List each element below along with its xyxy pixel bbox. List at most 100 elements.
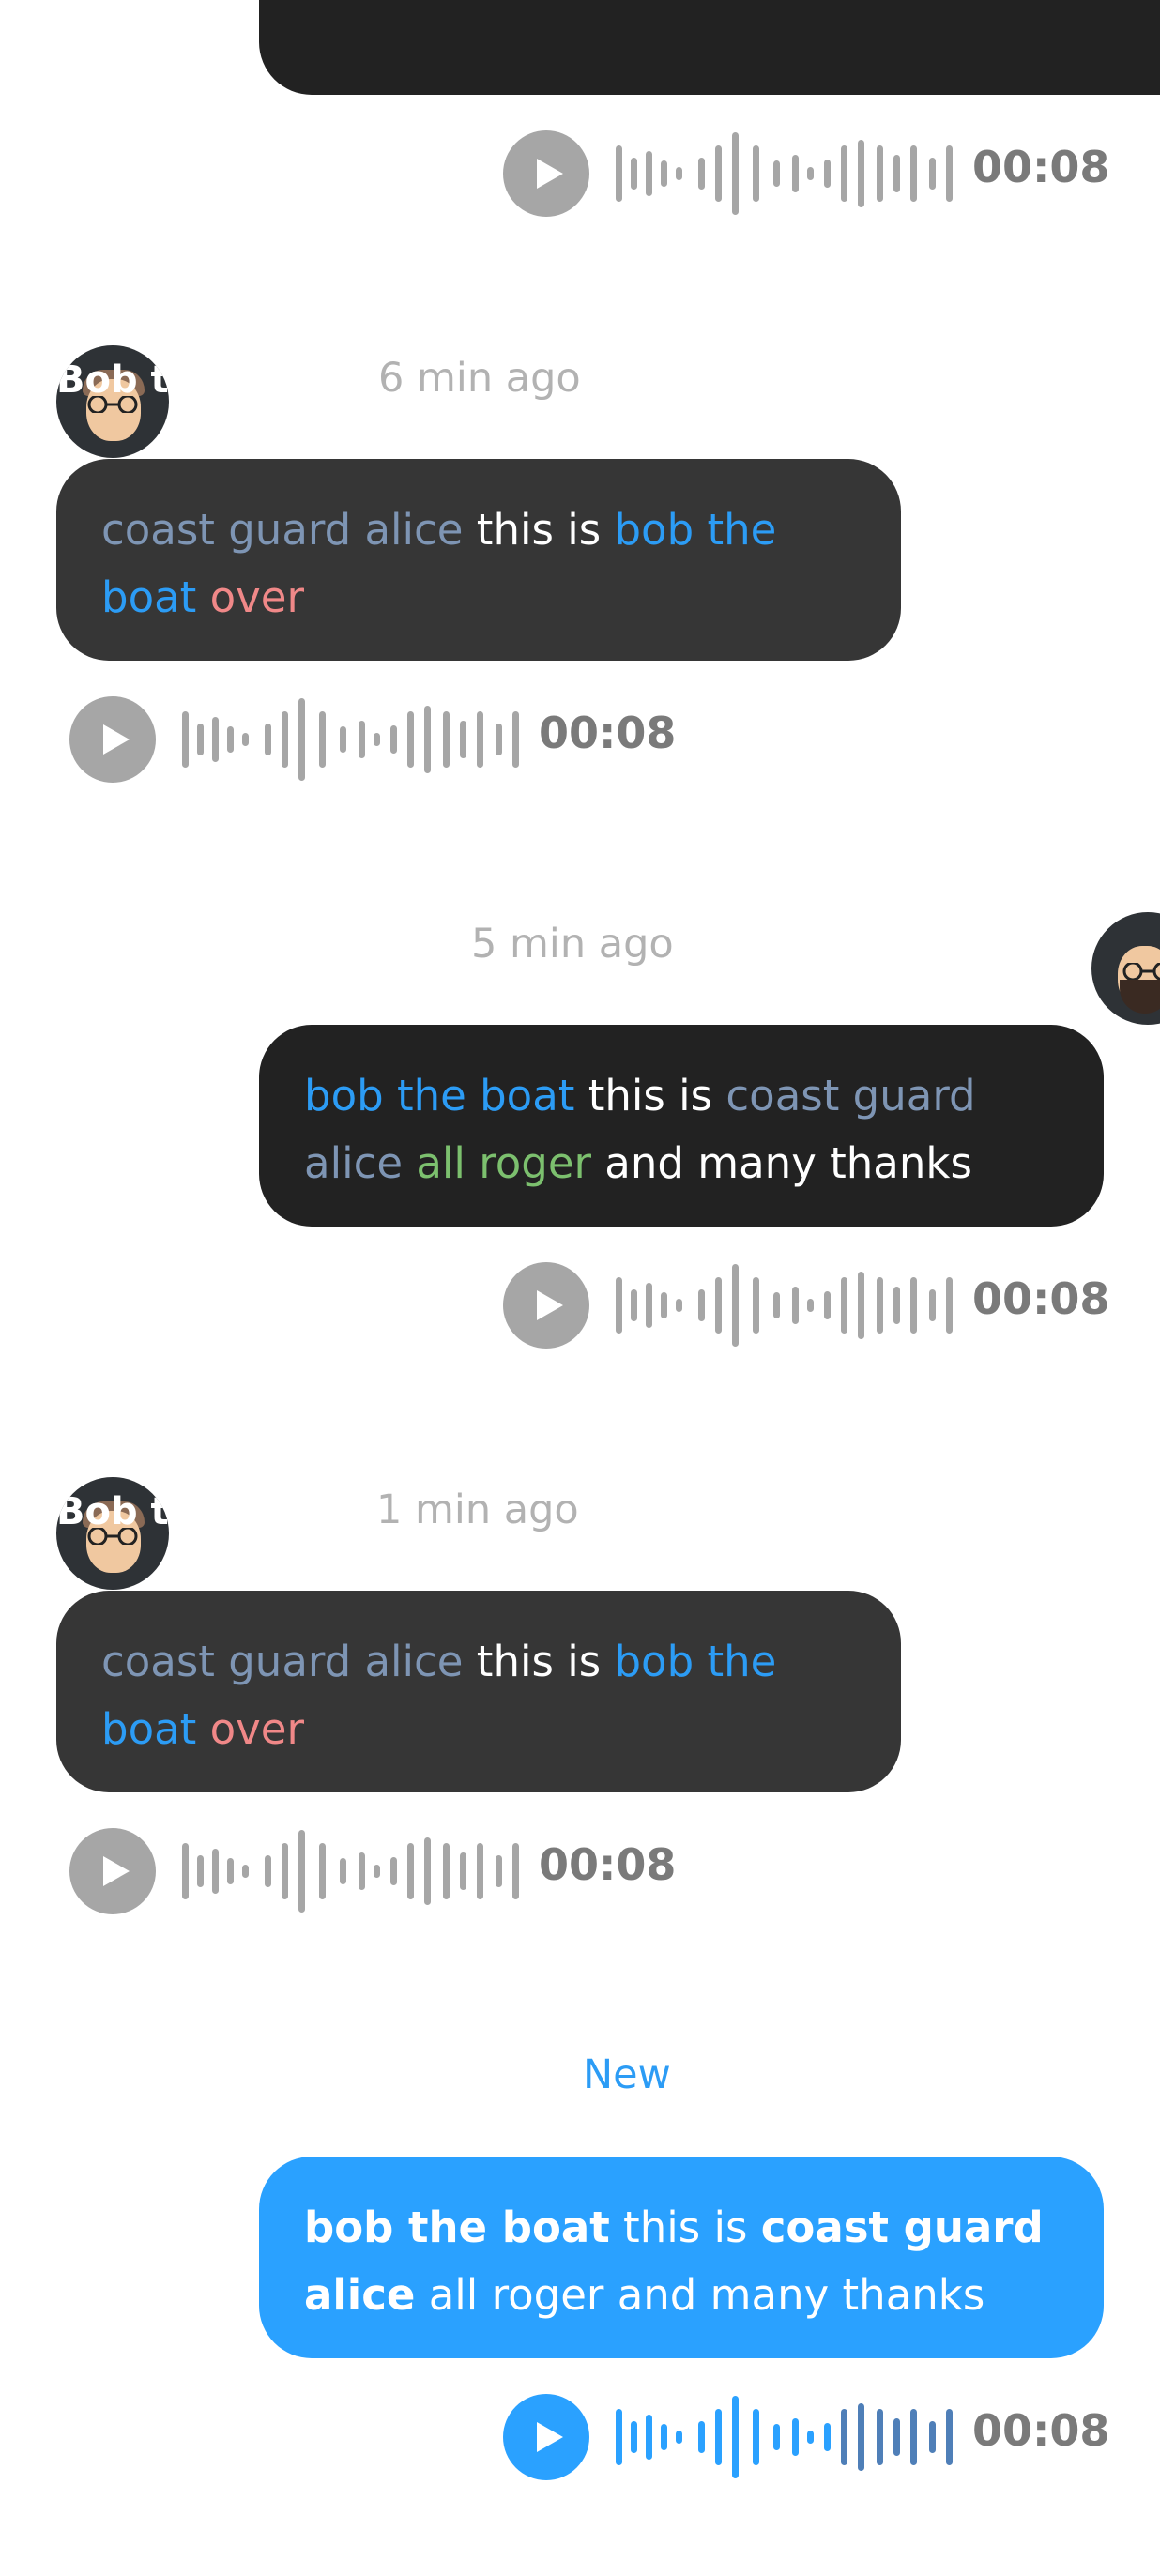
waveform-bar <box>877 145 883 202</box>
waveform-bar <box>753 2409 759 2465</box>
play-icon[interactable] <box>69 696 156 783</box>
waveform-bar <box>646 1283 652 1328</box>
play-icon[interactable] <box>503 1262 589 1349</box>
audio-player: 00:08 <box>503 130 1109 217</box>
waveform-bar <box>359 1852 365 1890</box>
audio-duration: 00:08 <box>972 1273 1110 1324</box>
waveform-bar <box>227 1858 234 1884</box>
waveform-bar <box>282 711 288 768</box>
waveform-bar <box>298 1830 305 1913</box>
waveform-bar <box>265 724 271 755</box>
waveform-bar <box>698 1289 705 1321</box>
waveform-bar <box>807 2431 814 2444</box>
waveform-bar <box>732 132 739 215</box>
waveform-bar <box>824 1291 831 1319</box>
message-text-segment: coast guard alice <box>101 505 464 555</box>
waveform-bar <box>858 1272 864 1339</box>
waveform-bar <box>841 2409 847 2465</box>
waveform-bar <box>282 1843 288 1899</box>
waveform-bar <box>242 733 249 746</box>
waveform-bar <box>753 145 759 202</box>
timestamp: 1 min ago <box>376 1486 579 1533</box>
waveform-bar <box>773 2424 780 2450</box>
waveform-bar <box>676 2431 682 2444</box>
waveform-bar <box>374 733 380 746</box>
waveform[interactable] <box>182 1828 519 1914</box>
waveform-bar <box>496 724 502 755</box>
waveform-bar <box>616 145 622 202</box>
waveform-bar <box>807 167 814 180</box>
waveform-bar <box>910 145 917 202</box>
waveform-bar <box>631 158 637 190</box>
waveform-bar <box>340 1858 346 1884</box>
avatar[interactable] <box>1091 912 1160 1025</box>
waveform[interactable] <box>616 2394 953 2480</box>
waveform-bar <box>792 155 799 192</box>
waveform-bar <box>631 1289 637 1321</box>
waveform[interactable] <box>616 130 953 217</box>
message-text-segment: bob the boat <box>304 1071 575 1120</box>
waveform[interactable] <box>616 1262 953 1349</box>
waveform-bar <box>946 145 953 202</box>
waveform[interactable] <box>182 696 519 783</box>
audio-player: 00:08 <box>503 2394 1109 2480</box>
waveform-bar <box>477 711 483 768</box>
audio-player: 00:08 <box>69 1828 676 1914</box>
message-bubble <box>259 0 1160 95</box>
waveform-bar <box>661 2424 667 2450</box>
waveform-bar <box>197 1855 204 1887</box>
waveform-bar <box>374 1865 380 1878</box>
waveform-bar <box>792 1287 799 1324</box>
waveform-bar <box>893 2418 900 2456</box>
message-text-segment: this is <box>463 505 615 555</box>
timestamp: 6 min ago <box>378 355 581 402</box>
avatar[interactable]: Bob t <box>56 345 169 458</box>
waveform-bar <box>858 140 864 207</box>
waveform-bar <box>616 2409 622 2465</box>
waveform-bar <box>443 1843 450 1899</box>
audio-player: 00:08 <box>503 1262 1109 1349</box>
waveform-bar <box>661 160 667 187</box>
message-text-segment: over <box>196 1704 304 1754</box>
play-icon[interactable] <box>503 2394 589 2480</box>
avatar[interactable]: Bob t <box>56 1477 169 1590</box>
play-icon[interactable] <box>503 130 589 217</box>
waveform-bar <box>715 1277 722 1334</box>
message-text-segment: coast guard alice <box>101 1637 464 1686</box>
waveform-bar <box>753 1277 759 1334</box>
message-text-segment: all roger and many thanks <box>415 2270 985 2320</box>
waveform-bar <box>477 1843 483 1899</box>
waveform-bar <box>182 1843 189 1899</box>
waveform-bar <box>893 155 900 192</box>
waveform-bar <box>910 2409 917 2465</box>
waveform-bar <box>319 1843 326 1899</box>
waveform-bar <box>298 698 305 781</box>
waveform-bar <box>676 1299 682 1312</box>
play-icon[interactable] <box>69 1828 156 1914</box>
waveform-bar <box>946 1277 953 1334</box>
waveform-bar <box>841 1277 847 1334</box>
waveform-bar <box>715 2409 722 2465</box>
message-bubble: bob the boat this is coast guard alice a… <box>259 1025 1104 1227</box>
waveform-bar <box>212 717 219 762</box>
waveform-bar <box>824 160 831 188</box>
message-text-segment: this is <box>574 1071 726 1120</box>
message-text-segment: bob the boat <box>304 2203 610 2252</box>
waveform-bar <box>877 2409 883 2465</box>
waveform-bar <box>946 2409 953 2465</box>
new-divider-label: New <box>583 2051 671 2098</box>
waveform-bar <box>182 711 189 768</box>
waveform-bar <box>359 721 365 758</box>
avatar-label: Bob t <box>56 358 169 402</box>
waveform-bar <box>407 1843 414 1899</box>
waveform-bar <box>841 145 847 202</box>
waveform-bar <box>390 1857 397 1885</box>
message-text-segment: this is <box>463 1637 615 1686</box>
waveform-bar <box>715 145 722 202</box>
waveform-bar <box>807 1299 814 1312</box>
waveform-bar <box>893 1287 900 1324</box>
waveform-bar <box>212 1849 219 1894</box>
waveform-bar <box>929 1289 936 1321</box>
waveform-bar <box>631 2421 637 2453</box>
waveform-bar <box>496 1855 502 1887</box>
